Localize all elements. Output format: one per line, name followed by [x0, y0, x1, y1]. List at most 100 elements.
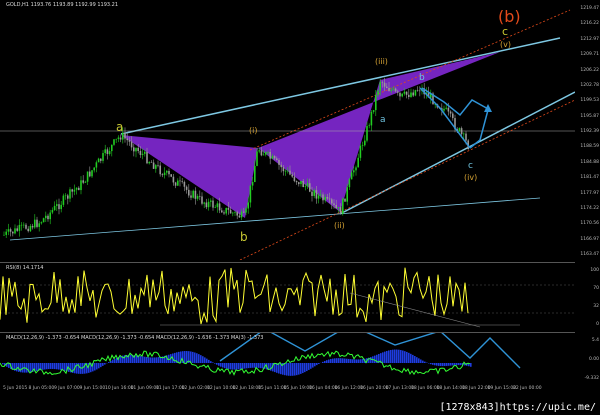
candle-body — [86, 171, 89, 182]
candle-body — [34, 219, 36, 228]
macd-histogram-bar — [96, 363, 98, 370]
lower-trend-line[interactable] — [9, 197, 541, 241]
macd-histogram-bar — [330, 359, 332, 363]
macd-histogram-bar — [184, 351, 186, 363]
macd-histogram-bar — [402, 350, 404, 363]
time-axis-label: 22 Jun 00:00 — [513, 386, 542, 391]
macd-histogram-bar — [154, 357, 156, 363]
time-axis-label: 11 Jun 09:00 — [130, 386, 160, 391]
wave-label-iv: (iv) — [464, 173, 477, 182]
channel-lower-dotted[interactable] — [239, 99, 576, 261]
macd-histogram-bar — [42, 363, 44, 370]
candle-body — [53, 205, 56, 211]
macd-histogram-bar — [386, 350, 388, 363]
candle-body — [254, 165, 256, 183]
macd-histogram-bar — [322, 361, 324, 363]
price-chart-canvas[interactable]: a b (i) (ii) (iii) (iv) (v) b a c (b) c — [0, 0, 576, 261]
macd-histogram-bar — [204, 357, 206, 363]
candle-body — [221, 210, 223, 213]
macd-histogram-bar — [58, 363, 60, 370]
candle-body — [117, 137, 120, 139]
candle-body — [265, 152, 267, 155]
candle-body — [463, 133, 465, 135]
candle-body — [174, 182, 177, 186]
candle-body — [449, 111, 452, 114]
candle-body — [36, 219, 38, 227]
price-chart-panel[interactable]: a b (i) (ii) (iii) (iv) (v) b a c (b) c … — [0, 0, 576, 261]
candle-body — [412, 92, 414, 96]
axis-tick-label: 70 — [593, 286, 599, 291]
candle-body — [141, 153, 144, 155]
macd-histogram-bar — [114, 358, 116, 363]
candle-body — [31, 225, 34, 228]
macd-histogram-bar — [470, 363, 472, 367]
candle-body — [282, 167, 285, 172]
macd-histogram-bar — [334, 358, 336, 363]
candle-body — [106, 149, 109, 154]
macd-histogram-bar — [390, 349, 392, 363]
macd-histogram-bar — [144, 356, 146, 363]
rsi-panel[interactable]: RSI(8) 14.1714 — [0, 262, 575, 331]
rsi-canvas[interactable] — [0, 263, 575, 331]
macd-histogram-bar — [384, 351, 386, 363]
macd-histogram-bar — [392, 349, 394, 363]
axis-tick-label: 1195.87 — [580, 113, 599, 119]
macd-histogram-bar — [156, 357, 158, 363]
time-axis-label: 18 Jun 22:00 — [462, 386, 491, 391]
candle-body — [115, 138, 117, 140]
candle-body — [350, 172, 353, 180]
macd-histogram-bar — [432, 363, 434, 365]
candle-body — [7, 229, 10, 232]
candle-body — [177, 180, 179, 186]
rsi-axis: 100 70 32 0 — [575, 262, 600, 330]
candle-body — [194, 190, 197, 199]
candle-body — [247, 202, 249, 209]
candle-body — [80, 180, 82, 191]
wave-label-big-b: (b) — [498, 7, 521, 26]
macd-panel[interactable]: MACD(12,26,9) -1.373 -0.654 MACD(12,26,9… — [0, 324, 575, 385]
macd-histogram-bar — [36, 363, 38, 372]
macd-histogram-bar — [434, 363, 436, 366]
macd-histogram-bar — [100, 363, 102, 368]
candle-body — [386, 86, 388, 88]
candle-body — [348, 179, 351, 188]
candle-body — [465, 133, 467, 141]
candle-body — [390, 89, 392, 91]
candle-body — [311, 191, 313, 196]
time-axis-label: 11 Jun 17:00 — [156, 386, 185, 391]
macd-histogram-bar — [130, 354, 132, 363]
candle-body — [128, 140, 131, 142]
wave-label-ii: (ii) — [334, 221, 345, 230]
candle-body — [375, 94, 377, 111]
candle-body — [95, 162, 98, 168]
macd-histogram-bar — [318, 363, 320, 364]
macd-histogram-bar — [212, 362, 214, 363]
candle-body — [344, 198, 346, 202]
candle-body — [320, 194, 322, 196]
candle-body — [172, 176, 175, 183]
candle-body — [183, 181, 186, 187]
candle-body — [392, 88, 395, 90]
macd-histogram-bar — [224, 363, 226, 369]
macd-histogram-bar — [220, 363, 222, 367]
candle-body — [337, 207, 340, 209]
macd-histogram-bar — [168, 354, 170, 363]
macd-histogram-bar — [252, 363, 254, 368]
candle-body — [388, 87, 390, 91]
candle-body — [9, 229, 12, 232]
macd-histogram-bar — [152, 357, 154, 363]
axis-tick-label: 1170.56 — [580, 221, 599, 227]
macd-histogram-bar — [396, 349, 398, 363]
candle-body — [399, 92, 401, 97]
candle-body — [256, 151, 258, 166]
macd-histogram-bar — [388, 350, 390, 363]
macd-histogram-bar — [404, 351, 406, 363]
price-axis[interactable]: 1219.47 1216.22 1212.97 1209.71 1206.22 1202.… — [575, 0, 600, 260]
macd-histogram-bar — [30, 363, 32, 373]
macd-histogram-bar — [242, 363, 244, 369]
axis-tick-label: 1206.22 — [580, 67, 599, 73]
candle-body — [262, 154, 265, 156]
candle-body — [91, 170, 93, 177]
candle-body — [152, 162, 155, 169]
candle-body — [298, 182, 300, 185]
